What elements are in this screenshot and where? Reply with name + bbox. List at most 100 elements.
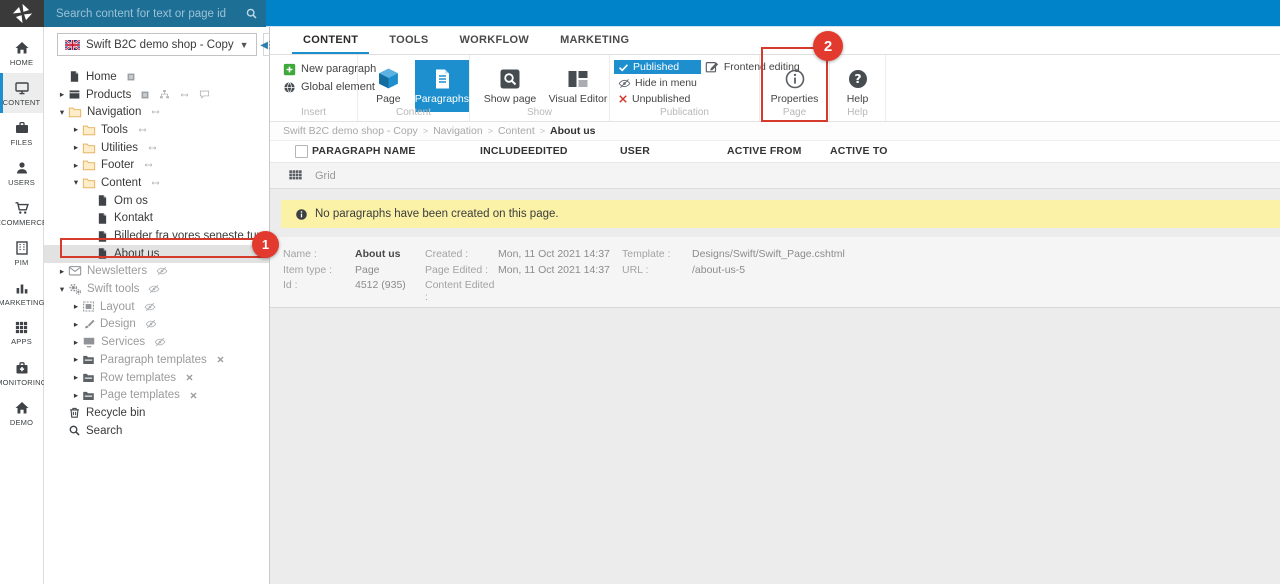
page-button[interactable]: Page [368,60,409,112]
column-header-active-to[interactable]: ACTIVE TO [830,145,888,157]
detail-value: /about-us-5 [692,264,745,280]
page-button-label: Page [376,93,401,105]
tree-item-kontakt[interactable]: Kontakt [44,210,269,228]
tree-item-design[interactable]: ▸Design [44,316,269,334]
folder-icon [82,141,96,155]
properties-button[interactable]: Properties [765,60,825,112]
detail-value: 4512 (935) [355,279,406,295]
expander-icon[interactable]: ▸ [56,89,68,100]
expander-icon[interactable]: ▸ [70,124,82,135]
site-selector-dropdown[interactable]: Swift B2C demo shop - Copy ▼ [57,33,257,56]
appbar-item-pim[interactable]: PIM [0,233,43,273]
breadcrumb-separator: > [423,126,428,136]
sidebar-collapse-arrow-icon[interactable]: ◀ [260,40,268,51]
tab-content[interactable]: CONTENT [292,27,369,54]
appbar-item-content[interactable]: CONTENT [0,73,43,113]
column-header-user[interactable]: USER [620,145,650,157]
tree-item-layout[interactable]: ▸Layout [44,298,269,316]
appbar-item-apps[interactable]: APPS [0,313,43,353]
column-header-include[interactable]: INCLUDE [480,145,528,157]
breadcrumb-part[interactable]: Content [498,125,535,137]
tree-item-billeder-fra-vores-seneste-tur[interactable]: Billeder fra vores seneste tur [44,227,269,245]
breadcrumb-part[interactable]: Swift B2C demo shop - Copy [283,125,418,137]
expander-icon[interactable]: ▸ [70,160,82,171]
visual-editor-button[interactable]: Visual Editor [548,60,608,112]
appbar-label-users: USERS [8,178,35,187]
published-button[interactable]: Published [614,60,701,74]
expander-icon[interactable]: ▾ [56,284,68,295]
appbar-label-monitoring: MONITORING [0,378,47,387]
tree-item-recycle-bin[interactable]: Recycle bin [44,404,269,422]
unpublished-button[interactable]: Unpublished [614,92,701,106]
detail-label: Template : [622,248,692,264]
building-icon [14,240,30,256]
tree-item-tools[interactable]: ▸Tools [44,121,269,139]
tree-item-footer[interactable]: ▸ Footer [44,156,269,174]
expander-icon[interactable]: ▸ [70,319,82,330]
kebab-icon[interactable] [252,248,263,259]
tree-item-om-os[interactable]: Om os [44,192,269,210]
page-icon [68,70,81,83]
show-page-button[interactable]: Show page [480,60,540,112]
tree-item-utilities[interactable]: ▸Utilities [44,139,269,157]
column-header-edited[interactable]: EDITED [528,145,568,157]
select-all-checkbox[interactable] [295,145,308,158]
tree-item-products[interactable]: ▸Products [44,86,269,104]
expander-icon[interactable]: ▾ [70,177,82,188]
appbar-item-ecommerce[interactable]: ECOMMERCE [0,193,43,233]
paragraphs-button[interactable]: Paragraphs [415,60,469,112]
global-search-input[interactable] [56,8,245,20]
appbar-item-files[interactable]: FILES [0,113,43,153]
expander-icon[interactable]: ▸ [70,354,82,365]
breadcrumb-current: About us [550,125,596,137]
tree-item-home[interactable]: Home [44,68,269,86]
appbar-item-demo[interactable]: DEMO [0,393,43,433]
folder-icon [68,105,82,119]
breadcrumb: Swift B2C demo shop - Copy>Navigation>Co… [270,122,1280,141]
expander-icon[interactable]: ▾ [56,107,68,118]
tree-item-about-us[interactable]: About us [44,245,269,263]
search-icon[interactable] [245,7,258,20]
paragraphs-doc-icon [431,68,453,90]
expander-icon[interactable]: ▸ [70,390,82,401]
grid-row[interactable]: Grid [270,163,1280,189]
tree-item-newsletters[interactable]: ▸Newsletters [44,263,269,281]
user-icon [14,160,30,176]
expander-icon[interactable]: ▸ [56,266,68,277]
column-header-paragraph-name[interactable]: PARAGRAPH NAME [312,145,416,157]
expander-icon[interactable]: ▸ [70,372,82,383]
folder-icon [82,123,96,137]
tree-item-paragraph-templates[interactable]: ▸Paragraph templates [44,351,269,369]
tree-item-search[interactable]: Search [44,422,269,440]
tree-label-content: Content [101,177,141,189]
new-paragraph-button[interactable]: New paragraph [283,61,357,77]
appbar-item-monitoring[interactable]: MONITORING [0,353,43,393]
tree-item-row-templates[interactable]: ▸Row templates [44,369,269,387]
dark-folder-icon [82,389,95,402]
tab-tools[interactable]: TOOLS [378,27,439,54]
expander-icon[interactable]: ▸ [70,142,82,153]
appbar-item-home[interactable]: HOME [0,33,43,73]
tab-workflow[interactable]: WORKFLOW [448,27,540,54]
hide-in-menu-button[interactable]: Hide in menu [614,76,701,90]
appbar-item-users[interactable]: USERS [0,153,43,193]
tree-item-swift-tools[interactable]: ▾Swift tools [44,280,269,298]
column-header-active-from[interactable]: ACTIVE FROM [727,145,802,157]
tree-item-page-templates[interactable]: ▸Page templates [44,386,269,404]
details-column-1: Name :About usItem type :PageId :4512 (9… [283,248,406,295]
help-button[interactable]: ? Help [834,60,882,112]
breadcrumb-part[interactable]: Navigation [433,125,483,137]
medbag-icon [14,360,30,376]
tree-item-navigation[interactable]: ▾Navigation [44,103,269,121]
tree-item-content[interactable]: ▾ Content [44,174,269,192]
tab-marketing[interactable]: MARKETING [549,27,640,54]
dynamicweb-logo-icon[interactable] [0,0,44,27]
expander-icon[interactable]: ▸ [70,337,82,348]
tree-item-services[interactable]: ▸Services [44,333,269,351]
expander-icon[interactable]: ▸ [70,301,82,312]
detail-value: Designs/Swift/Swift_Page.cshtml [692,248,845,264]
global-element-button[interactable]: Global element [283,79,357,95]
appbar-item-marketing[interactable]: MARKETING [0,273,43,313]
tree-label-footer: Footer [101,159,134,171]
page-icon [96,194,109,207]
